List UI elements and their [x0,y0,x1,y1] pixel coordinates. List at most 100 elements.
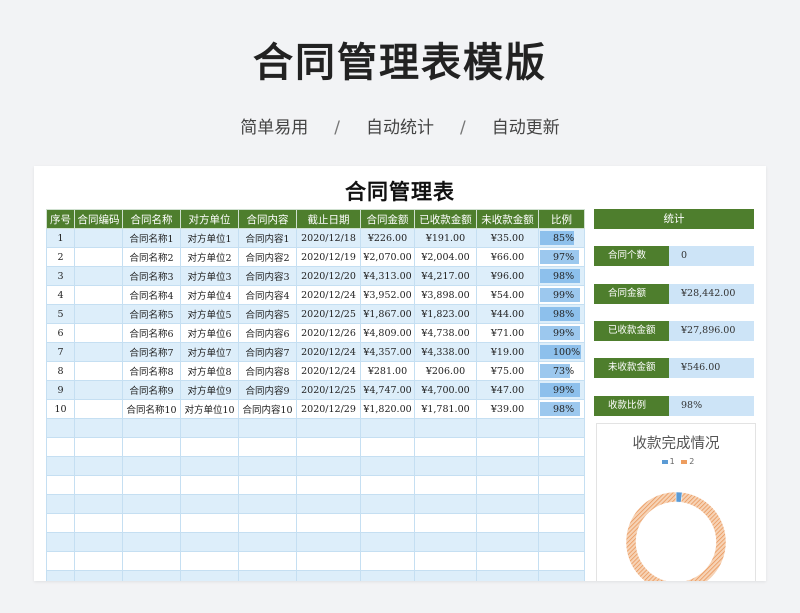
cell-no[interactable]: 1 [46,228,75,248]
empty-cell[interactable] [46,513,75,533]
cell-content[interactable]: 合同内容10 [238,399,297,419]
empty-cell[interactable] [74,475,123,495]
empty-cell[interactable] [46,532,75,552]
cell-received[interactable]: ¥2,004.00 [414,247,477,267]
empty-cell[interactable] [74,513,123,533]
empty-cell[interactable] [476,532,539,552]
empty-cell[interactable] [238,551,297,571]
cell-name[interactable]: 合同名称6 [122,323,181,343]
empty-cell[interactable] [180,570,239,581]
cell-date[interactable]: 2020/12/20 [296,266,361,286]
cell-content[interactable]: 合同内容9 [238,380,297,400]
cell-date[interactable]: 2020/12/24 [296,285,361,305]
table-row[interactable]: 6 合同名称6 对方单位6 合同内容6 2020/12/26 ¥4,809.00 ¥4,73… [46,323,585,343]
cell-ratio[interactable]: 99% [538,285,585,305]
empty-row[interactable] [46,494,585,514]
empty-cell[interactable] [538,532,585,552]
empty-cell[interactable] [180,456,239,476]
cell-date[interactable]: 2020/12/29 [296,399,361,419]
cell-ratio[interactable]: 85% [538,228,585,248]
empty-row[interactable] [46,551,585,571]
empty-cell[interactable] [122,456,181,476]
cell-received[interactable]: ¥1,823.00 [414,304,477,324]
empty-cell[interactable] [180,551,239,571]
cell-content[interactable]: 合同内容4 [238,285,297,305]
empty-cell[interactable] [46,475,75,495]
empty-row[interactable] [46,475,585,495]
column-header[interactable]: 未收款金额 [476,209,539,229]
cell-amount[interactable]: ¥4,809.00 [360,323,415,343]
empty-cell[interactable] [360,494,415,514]
cell-amount[interactable]: ¥1,867.00 [360,304,415,324]
empty-cell[interactable] [476,418,539,438]
empty-cell[interactable] [122,513,181,533]
column-header[interactable]: 截止日期 [296,209,361,229]
cell-ratio[interactable]: 98% [538,399,585,419]
column-header[interactable]: 已收款金额 [414,209,477,229]
cell-received[interactable]: ¥206.00 [414,361,477,381]
empty-cell[interactable] [74,418,123,438]
cell-unreceived[interactable]: ¥54.00 [476,285,539,305]
empty-cell[interactable] [180,494,239,514]
cell-no[interactable]: 5 [46,304,75,324]
cell-content[interactable]: 合同内容2 [238,247,297,267]
cell-amount[interactable]: ¥3,952.00 [360,285,415,305]
cell-date[interactable]: 2020/12/26 [296,323,361,343]
empty-cell[interactable] [414,551,477,571]
cell-party[interactable]: 对方单位8 [180,361,239,381]
empty-row[interactable] [46,570,585,581]
empty-cell[interactable] [476,437,539,457]
empty-cell[interactable] [360,418,415,438]
empty-cell[interactable] [296,456,361,476]
cell-party[interactable]: 对方单位5 [180,304,239,324]
table-row[interactable]: 10 合同名称10 对方单位10 合同内容10 2020/12/29 ¥1,820.00 ¥… [46,399,585,419]
table-row[interactable]: 4 合同名称4 对方单位4 合同内容4 2020/12/24 ¥3,952.00 ¥3,89… [46,285,585,305]
empty-cell[interactable] [74,570,123,581]
cell-party[interactable]: 对方单位3 [180,266,239,286]
cell-no[interactable]: 10 [46,399,75,419]
cell-date[interactable]: 2020/12/19 [296,247,361,267]
cell-party[interactable]: 对方单位10 [180,399,239,419]
empty-cell[interactable] [122,551,181,571]
cell-code[interactable] [74,380,123,400]
cell-amount[interactable]: ¥226.00 [360,228,415,248]
empty-cell[interactable] [360,456,415,476]
table-row[interactable]: 8 合同名称8 对方单位8 合同内容8 2020/12/24 ¥281.00 ¥206.00… [46,361,585,381]
cell-name[interactable]: 合同名称4 [122,285,181,305]
cell-code[interactable] [74,228,123,248]
cell-ratio[interactable]: 73% [538,361,585,381]
empty-cell[interactable] [74,532,123,552]
empty-cell[interactable] [122,475,181,495]
empty-cell[interactable] [46,551,75,571]
cell-name[interactable]: 合同名称9 [122,380,181,400]
empty-cell[interactable] [538,513,585,533]
empty-row[interactable] [46,418,585,438]
cell-code[interactable] [74,247,123,267]
cell-content[interactable]: 合同内容1 [238,228,297,248]
empty-cell[interactable] [414,437,477,457]
cell-party[interactable]: 对方单位9 [180,380,239,400]
cell-name[interactable]: 合同名称8 [122,361,181,381]
cell-received[interactable]: ¥191.00 [414,228,477,248]
empty-cell[interactable] [238,456,297,476]
empty-cell[interactable] [296,513,361,533]
cell-amount[interactable]: ¥4,313.00 [360,266,415,286]
cell-party[interactable]: 对方单位7 [180,342,239,362]
cell-unreceived[interactable]: ¥47.00 [476,380,539,400]
empty-cell[interactable] [360,570,415,581]
empty-cell[interactable] [414,475,477,495]
empty-cell[interactable] [46,418,75,438]
empty-cell[interactable] [238,513,297,533]
empty-cell[interactable] [238,570,297,581]
empty-cell[interactable] [238,418,297,438]
empty-cell[interactable] [538,570,585,581]
cell-no[interactable]: 9 [46,380,75,400]
empty-cell[interactable] [476,475,539,495]
empty-cell[interactable] [296,551,361,571]
cell-name[interactable]: 合同名称7 [122,342,181,362]
stat-value[interactable]: ¥27,896.00 [669,321,754,341]
cell-unreceived[interactable]: ¥66.00 [476,247,539,267]
cell-code[interactable] [74,361,123,381]
empty-cell[interactable] [360,437,415,457]
empty-cell[interactable] [414,456,477,476]
